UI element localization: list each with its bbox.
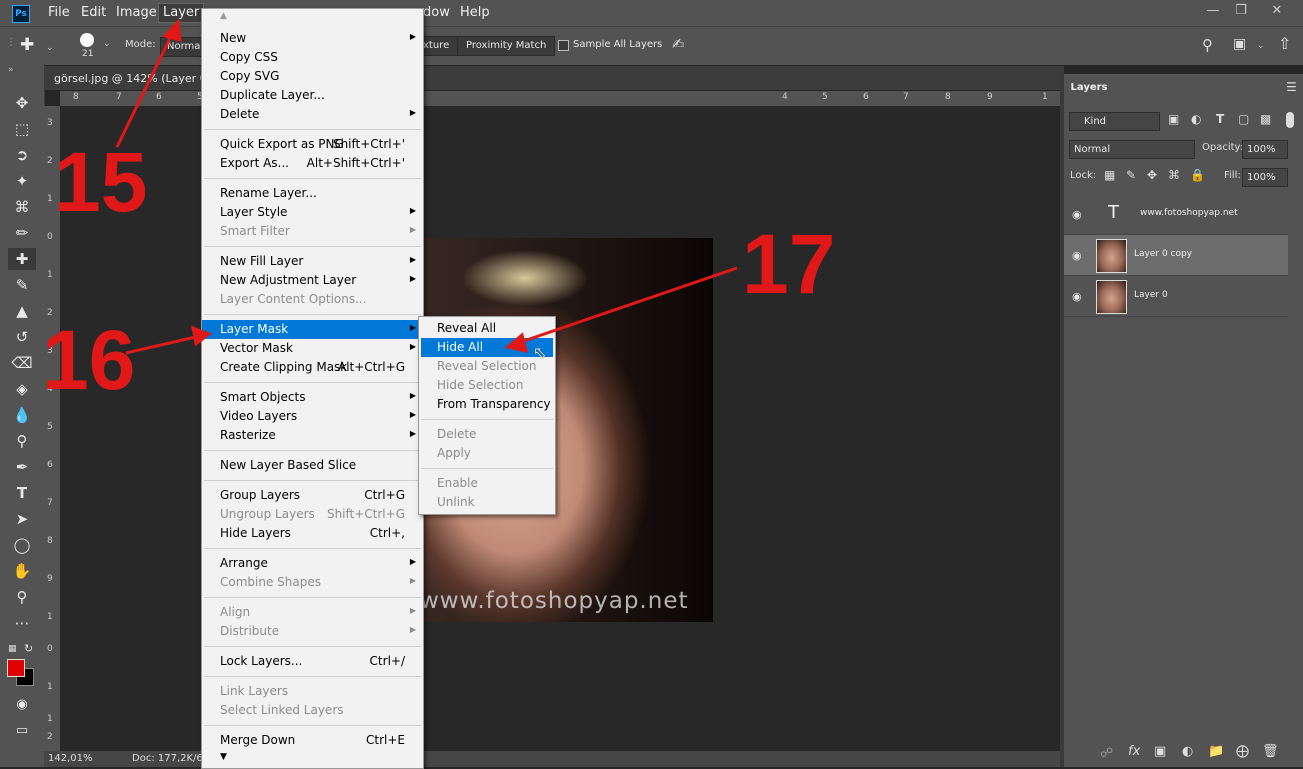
arrow-head-15 (162, 18, 182, 43)
arrow-to-layer-mask (125, 334, 201, 355)
annotation-15: 15 (54, 135, 148, 229)
annotation-arrows (115, 18, 738, 355)
arrow-head-17 (504, 332, 529, 353)
annotation-17: 17 (742, 217, 836, 311)
annotation-16: 16 (42, 313, 136, 407)
arrow-to-hide-all (517, 266, 738, 345)
arrow-to-layer-menu (115, 29, 176, 148)
mouse-cursor-icon: ⬁ (533, 343, 547, 362)
arrow-head-16 (191, 325, 213, 347)
